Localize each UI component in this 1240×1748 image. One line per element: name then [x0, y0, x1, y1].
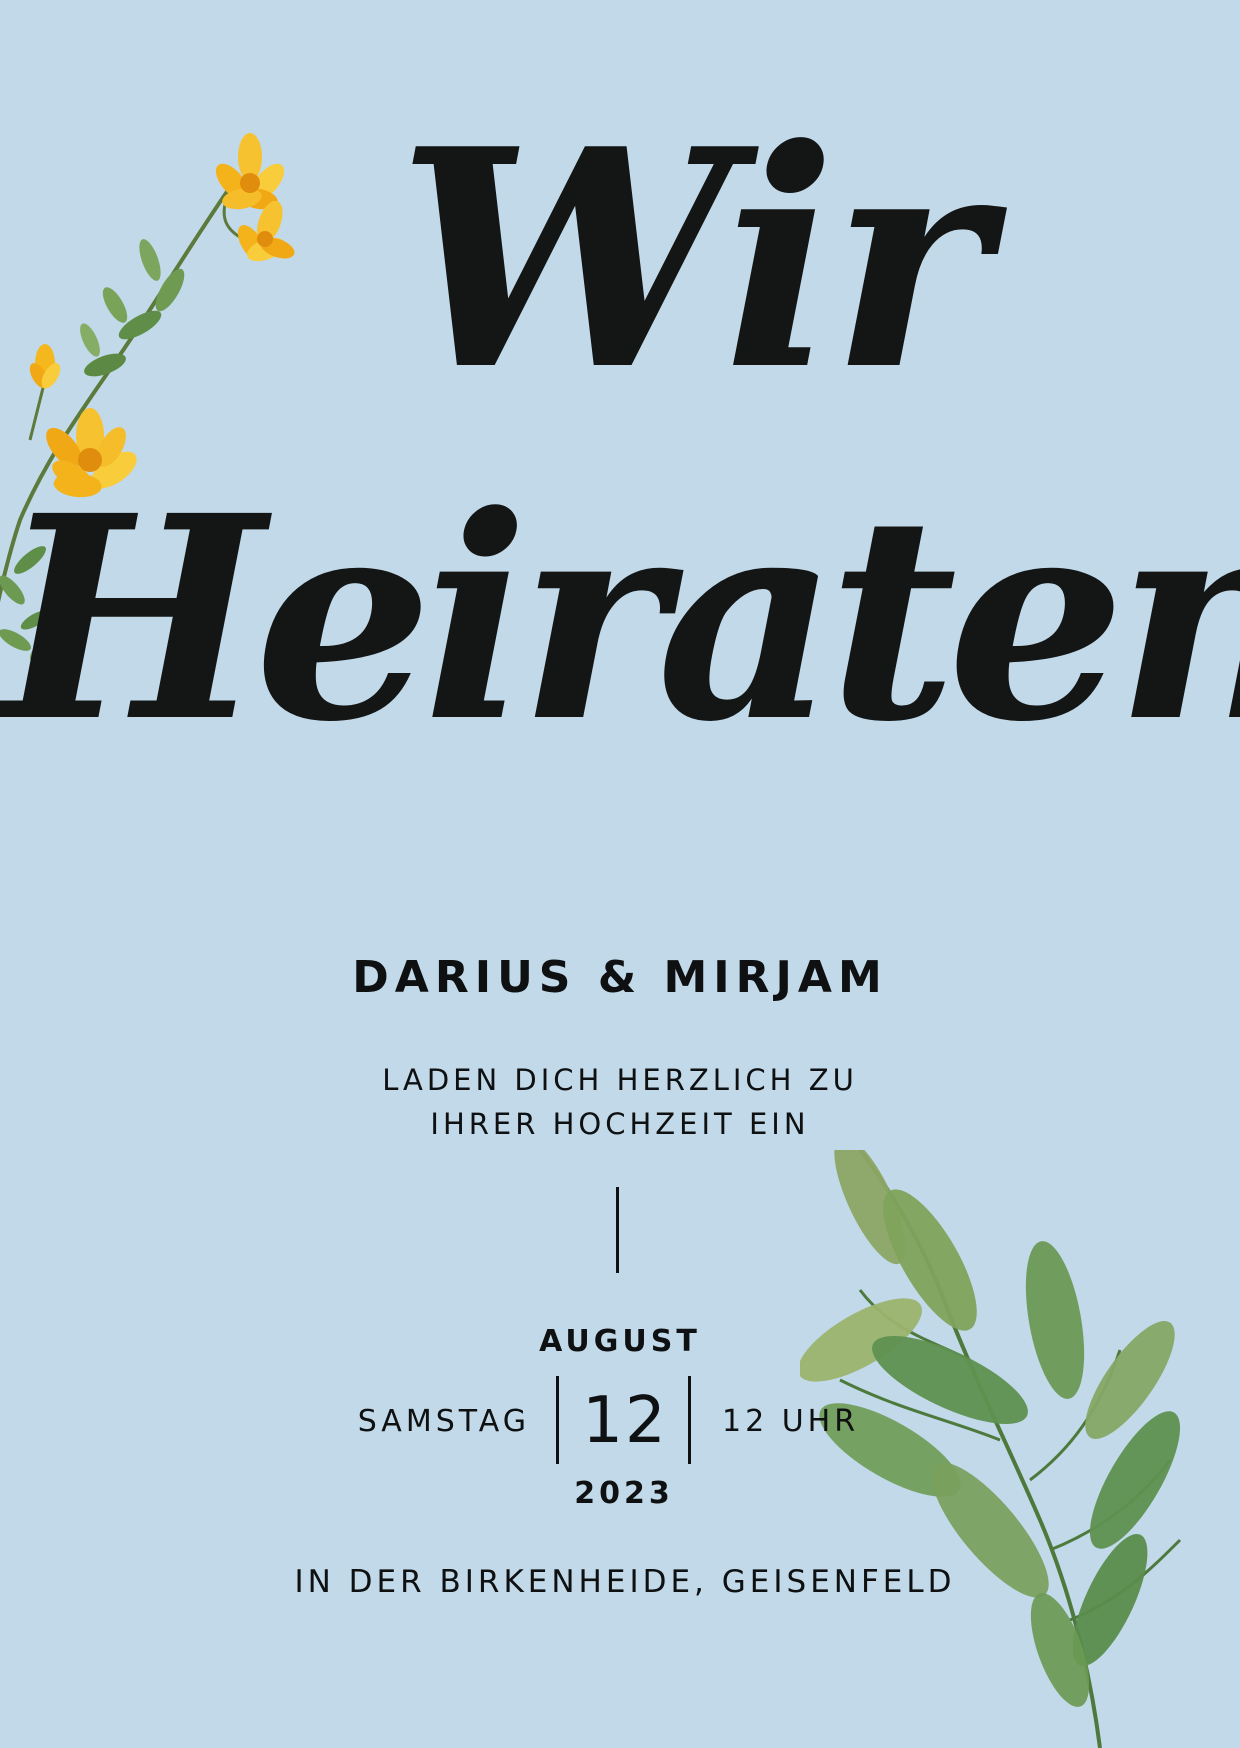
- venue: IN DER BIRKENHEIDE, GEISENFELD: [294, 1564, 956, 1600]
- title-heiraten: Heiraten: [0, 455, 1240, 784]
- invitation-line-1: LADEN DICH HERZLICH ZU: [382, 1063, 858, 1097]
- date-year: 2023: [574, 1476, 674, 1511]
- invitation-card: Wir Heiraten DARIUS & MIRJAM LADEN DICH …: [0, 0, 1240, 1748]
- date-separator-left: [556, 1376, 559, 1464]
- date-month: AUGUST: [539, 1324, 701, 1359]
- title-wir: Wir: [397, 83, 989, 436]
- invitation-line-2: IHRER HOCHZEIT EIN: [430, 1107, 810, 1141]
- invitation-text: LADEN DICH HERZLICH ZU IHRER HOCHZEIT EI…: [0, 1058, 1240, 1146]
- date-day: 12: [582, 1384, 668, 1458]
- vertical-divider: [616, 1187, 619, 1273]
- date-weekday: SAMSTAG: [357, 1404, 530, 1439]
- green-leaf-branch-illustration: [800, 1150, 1182, 1748]
- couple-names: DARIUS & MIRJAM: [352, 952, 888, 1003]
- date-separator-right: [688, 1376, 691, 1464]
- date-time: 12 UHR: [722, 1404, 860, 1439]
